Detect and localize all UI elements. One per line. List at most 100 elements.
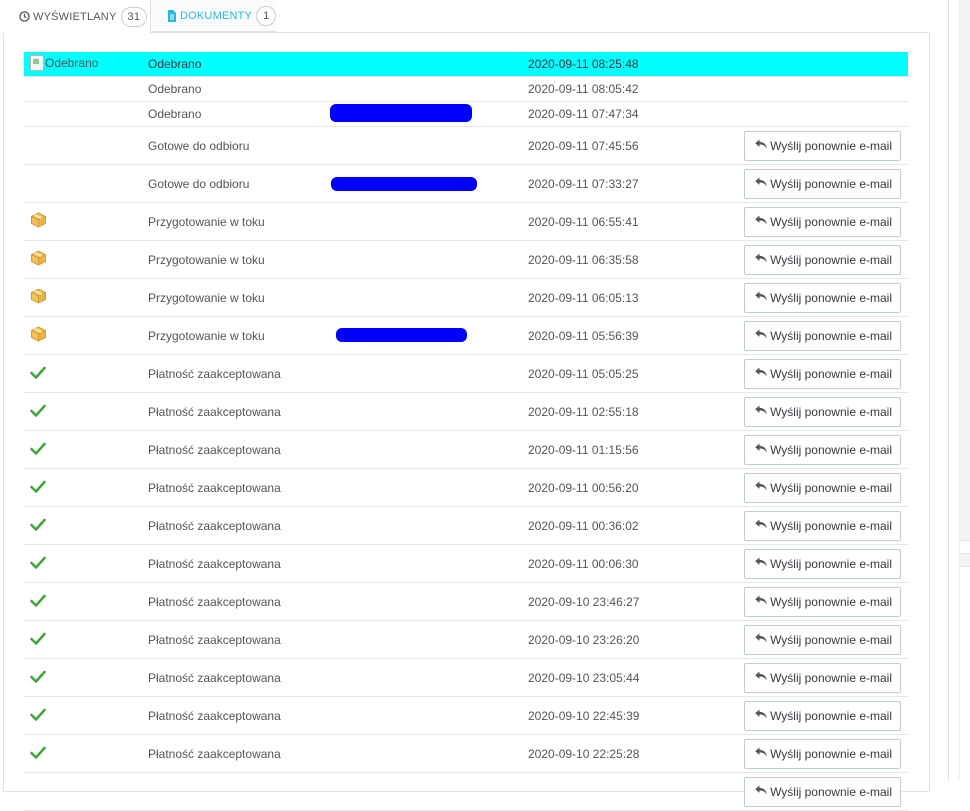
resend-email-button[interactable]: Wyślij ponownie e-mail — [744, 738, 901, 769]
tab-displayed[interactable]: WYŚWIETLANY 31 — [3, 0, 151, 33]
reply-icon — [754, 252, 770, 267]
tab-documents-label: DOKUMENTY — [180, 9, 253, 22]
order-state: Płatność zaakceptowana — [148, 696, 528, 735]
resend-email-label: Wyślij ponownie e-mail — [770, 480, 892, 495]
status-icon-cell — [24, 620, 148, 659]
reply-icon — [754, 442, 770, 457]
reply-icon — [754, 480, 770, 495]
order-state: Płatność zaakceptowana — [148, 506, 528, 545]
order-state: Gotowe do odbioru — [148, 126, 528, 165]
reply-icon — [754, 746, 770, 761]
resend-email-button[interactable]: Wyślij ponownie e-mail — [744, 168, 901, 199]
row-actions: Wyślij ponownie e-mail — [728, 620, 908, 659]
check-icon — [30, 442, 46, 458]
history-row: Odebrano 2020-09-11 08:05:42 — [24, 76, 908, 102]
tab-documents-count: 1 — [256, 5, 277, 26]
order-state: Płatność zaakceptowana — [148, 582, 528, 621]
resend-email-button[interactable]: Wyślij ponownie e-mail — [744, 282, 901, 313]
row-actions: Wyślij ponownie e-mail — [728, 240, 908, 279]
check-icon — [30, 366, 46, 382]
resend-email-button[interactable]: Wyślij ponownie e-mail — [744, 434, 901, 465]
redaction-mark — [331, 177, 477, 191]
package-icon — [30, 212, 47, 231]
resend-email-button[interactable]: Wyślij ponownie e-mail — [744, 206, 901, 237]
order-state: Płatność zaakceptowana — [148, 354, 528, 393]
resend-email-label: Wyślij ponownie e-mail — [770, 556, 892, 571]
reply-icon — [754, 290, 770, 305]
order-state: Płatność zaakceptowana — [148, 620, 528, 659]
resend-email-button[interactable]: Wyślij ponownie e-mail — [744, 510, 901, 541]
check-icon — [30, 594, 46, 610]
history-row: Płatność zaakceptowana 2020-09-10 23:46:2… — [24, 582, 908, 621]
row-actions: Wyślij ponownie e-mail — [728, 506, 908, 545]
order-state: Przygotowanie w toku — [148, 278, 528, 317]
state-date: 2020-09-11 01:15:56 — [528, 430, 728, 469]
tab-documents[interactable]: DOKUMENTY 1 — [151, 0, 277, 32]
history-row: Odebrano Odebrano 2020-09-11 08:25:48 — [24, 52, 908, 77]
history-row: Płatność zaakceptowana 2020-09-10 23:26:2… — [24, 620, 908, 659]
order-state — [148, 772, 528, 811]
order-state: Odebrano — [148, 52, 528, 77]
state-date: 2020-09-11 08:25:48 — [528, 52, 728, 77]
tab-displayed-label: WYŚWIETLANY — [33, 10, 117, 23]
status-icon-cell — [24, 354, 148, 393]
history-row: Płatność zaakceptowana 2020-09-11 00:36:0… — [24, 506, 908, 545]
status-icon-cell — [24, 582, 148, 621]
resend-email-button[interactable]: Wyślij ponownie e-mail — [744, 358, 901, 389]
status-icon-cell — [24, 430, 148, 469]
state-date: 2020-09-11 02:55:18 — [528, 392, 728, 431]
status-icon-cell — [24, 101, 148, 127]
history-row: Przygotowanie w toku 2020-09-11 06:35:58 W… — [24, 240, 908, 279]
package-icon — [30, 326, 47, 345]
row-actions — [728, 101, 908, 127]
resend-email-button[interactable]: Wyślij ponownie e-mail — [744, 244, 901, 275]
resend-email-label: Wyślij ponownie e-mail — [770, 214, 892, 229]
status-icon-cell — [24, 506, 148, 545]
resend-email-button[interactable]: Wyślij ponownie e-mail — [744, 396, 901, 427]
row-actions: Wyślij ponownie e-mail — [728, 392, 908, 431]
resend-email-label: Wyślij ponownie e-mail — [770, 746, 892, 761]
row-actions: Wyślij ponownie e-mail — [728, 316, 908, 355]
row-actions: Wyślij ponownie e-mail — [728, 658, 908, 697]
order-state: Przygotowanie w toku — [148, 240, 528, 279]
order-state: Odebrano — [148, 76, 528, 102]
reply-icon — [754, 214, 770, 229]
resend-email-label: Wyślij ponownie e-mail — [770, 594, 892, 609]
status-icon-cell — [24, 696, 148, 735]
package-icon — [30, 288, 47, 307]
resend-email-button[interactable]: Wyślij ponownie e-mail — [744, 776, 901, 807]
state-date: 2020-09-11 00:06:30 — [528, 544, 728, 583]
state-date: 2020-09-11 00:56:20 — [528, 468, 728, 507]
order-state: Płatność zaakceptowana — [148, 430, 528, 469]
state-date: 2020-09-10 23:26:20 — [528, 620, 728, 659]
state-date: 2020-09-11 06:55:41 — [528, 202, 728, 241]
reply-icon — [754, 556, 770, 571]
order-state: Płatność zaakceptowana — [148, 544, 528, 583]
history-row: Płatność zaakceptowana 2020-09-11 01:15:5… — [24, 430, 908, 469]
check-icon — [30, 708, 46, 724]
resend-email-button[interactable]: Wyślij ponownie e-mail — [744, 700, 901, 731]
state-date: 2020-09-11 07:33:27 — [528, 164, 728, 203]
broken-image-icon: Odebrano — [30, 54, 98, 71]
history-row: Płatność zaakceptowana 2020-09-10 22:45:3… — [24, 696, 908, 735]
resend-email-button[interactable]: Wyślij ponownie e-mail — [744, 662, 901, 693]
order-state: Przygotowanie w toku — [148, 202, 528, 241]
resend-email-label: Wyślij ponownie e-mail — [770, 518, 892, 533]
resend-email-button[interactable]: Wyślij ponownie e-mail — [744, 624, 901, 655]
check-icon — [30, 404, 46, 420]
resend-email-label: Wyślij ponownie e-mail — [770, 252, 892, 267]
check-icon — [30, 670, 46, 686]
order-history-table: Odebrano Odebrano 2020-09-11 08:25:48 Odebr… — [24, 52, 908, 811]
row-actions: Wyślij ponownie e-mail — [728, 430, 908, 469]
resend-email-button[interactable]: Wyślij ponownie e-mail — [744, 130, 901, 161]
resend-email-button[interactable]: Wyślij ponownie e-mail — [744, 320, 901, 351]
status-icon-cell — [24, 658, 148, 697]
state-date: 2020-09-10 23:46:27 — [528, 582, 728, 621]
history-row: Płatność zaakceptowana 2020-09-10 22:25:2… — [24, 734, 908, 773]
resend-email-button[interactable]: Wyślij ponownie e-mail — [744, 548, 901, 579]
state-date: 2020-09-11 07:45:56 — [528, 126, 728, 165]
resend-email-button[interactable]: Wyślij ponownie e-mail — [744, 472, 901, 503]
resend-email-button[interactable]: Wyślij ponownie e-mail — [744, 586, 901, 617]
resend-email-label: Wyślij ponownie e-mail — [770, 290, 892, 305]
status-icon-cell — [24, 126, 148, 165]
